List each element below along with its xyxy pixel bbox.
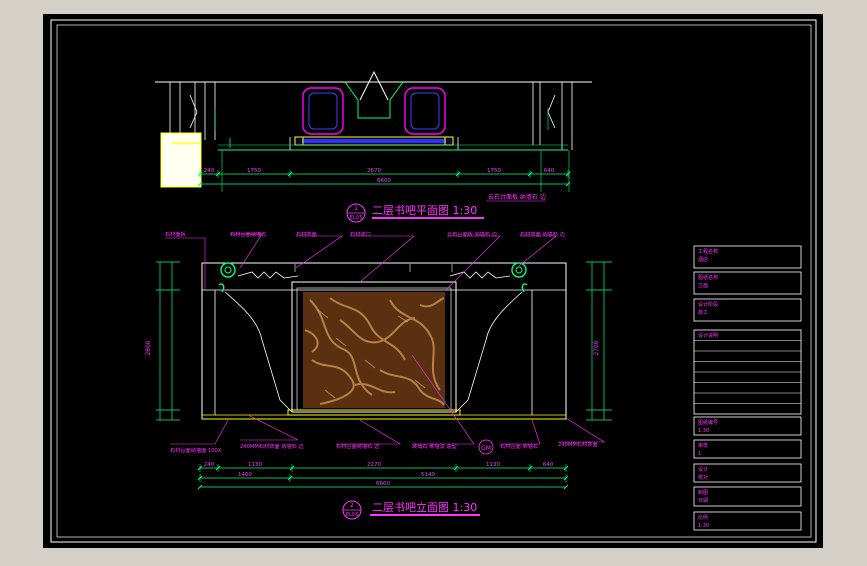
top-note: 石材面板 [165, 230, 187, 238]
top-note: 石材饰面 [296, 230, 317, 238]
dim-label: 1130 [486, 462, 500, 468]
height-left-label: 2800 [145, 340, 152, 355]
top-note: 石材收口 [350, 230, 371, 238]
dim-label: 240 [204, 168, 215, 174]
dim-label: 2670 [367, 168, 381, 174]
title-cell-label: 制图 [698, 489, 708, 496]
plan-title: 二层书吧平面图 1:30 [372, 204, 477, 217]
dim-label: 5140 [421, 472, 435, 478]
dim-label: 1750 [247, 168, 261, 174]
top-note: 石材饰面 纳墙石 边 [520, 230, 566, 238]
dim-label: 240 [204, 462, 215, 468]
title-cell-label: 设计说明 [698, 332, 718, 339]
bottom-note: 石材台面纳墙面 100X [170, 446, 222, 454]
plan-total-dim: 6600 [377, 178, 391, 184]
bottom-note: 石材台面 纳墙石 [500, 442, 538, 450]
title-cell-value: 1:30 [698, 523, 709, 529]
plan-marker-top: 1 [354, 205, 358, 212]
dim-label: 1130 [248, 462, 262, 468]
elev-total-dim: 6600 [376, 481, 390, 487]
bottom-note: 石材台面纳墙石 边 [336, 442, 380, 450]
title-cell-value: 立面 [698, 282, 708, 289]
dim-label: 2270 [367, 462, 381, 468]
plan-note: 云石台面板 纳墙石 边 [488, 193, 546, 201]
top-note: 石材台面纳墙石 [230, 230, 266, 238]
title-cell-value: 日期 [698, 498, 708, 504]
height-right-label: 2700 [593, 340, 600, 355]
dim-label: 1460 [238, 472, 252, 478]
dim-label: 640 [543, 462, 554, 468]
cad-drawing: 240 1750 2670 1750 640 6600 1 EL03 二层书吧平面图 1:… [43, 14, 823, 548]
bottom-note: 240MM石材饰面 纳墙石 边 [240, 442, 304, 450]
title-cell-label: 图纸编号 [698, 419, 718, 426]
elev-marker-top: 2 [350, 502, 354, 509]
bottom-note: 240MM石材饰面 [558, 440, 598, 448]
top-note: 云石台面板 纳墙石 边 [447, 230, 498, 238]
title-cell-value: 1:30 [698, 428, 709, 434]
dim-label: 640 [544, 168, 555, 174]
title-cell-label: 图纸名称 [698, 274, 718, 281]
title-cell-label: 设计 [698, 466, 708, 473]
dim-label: 1750 [487, 168, 501, 174]
title-cell-value: 1 [698, 451, 701, 457]
elevation-title: 二层书吧立面图 1:30 [372, 500, 477, 514]
plan-marker-bottom: EL03 [350, 215, 362, 221]
inner-section-label: GM [481, 445, 491, 452]
cad-viewport[interactable]: 240 1750 2670 1750 640 6600 1 EL03 二层书吧平面图 1:… [0, 0, 867, 562]
title-cell-value: 酒店 [698, 256, 708, 263]
bottom-note: 玻璃石 刷墙漆 造型 [412, 442, 457, 450]
elev-marker-bottom: EL03 [346, 512, 358, 518]
title-cell-label: 设计阶段 [698, 301, 718, 308]
title-cell-value: 校对 [698, 474, 708, 481]
title-cell-value: 施工 [698, 309, 708, 316]
title-cell-label: 审核 [698, 442, 708, 449]
title-cell-label: 工程名称 [698, 248, 718, 255]
title-cell-label: 比例 [698, 514, 708, 521]
